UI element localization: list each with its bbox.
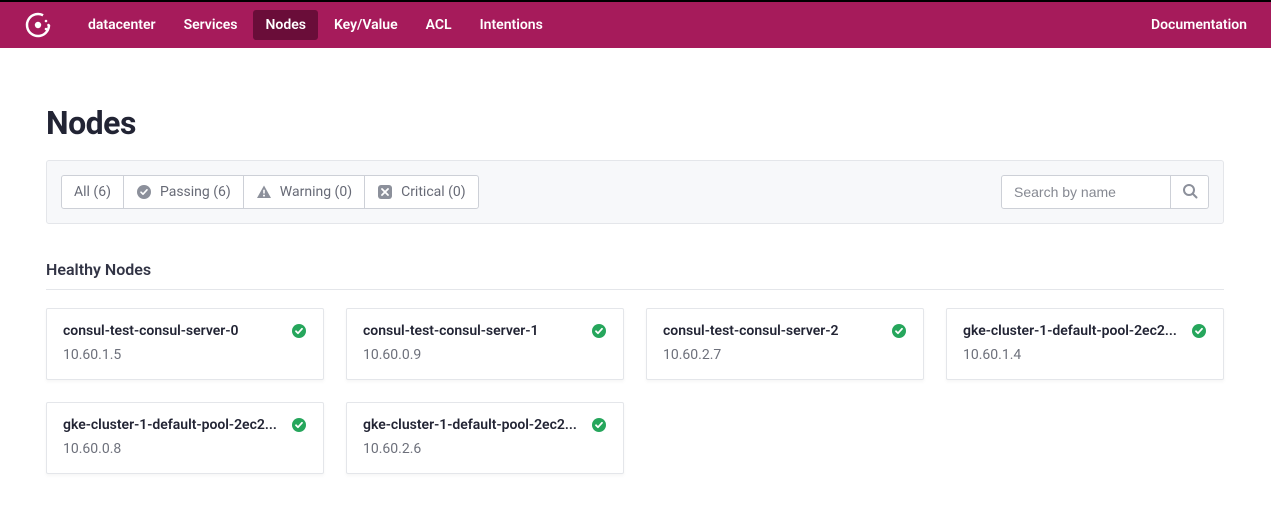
status-passing-icon [291, 417, 307, 433]
search-button[interactable] [1171, 175, 1209, 209]
node-name: consul-test-consul-server-0 [63, 323, 281, 339]
consul-logo[interactable] [24, 11, 52, 39]
status-passing-icon [591, 417, 607, 433]
status-passing-icon [1191, 323, 1207, 339]
filter-tabs: All (6) Passing (6) Warning (0) Critical… [61, 175, 479, 209]
node-card-grid: consul-test-consul-server-010.60.1.5cons… [46, 308, 1224, 474]
nav-services[interactable]: Services [172, 10, 250, 40]
node-ip: 10.60.1.5 [63, 347, 307, 363]
node-name: gke-cluster-1-default-pool-2ec2... [63, 417, 281, 433]
nav-items: datacenter Services Nodes Key/Value ACL … [76, 10, 1151, 40]
search-wrap [1001, 175, 1209, 209]
filter-warning-label: Warning (0) [280, 184, 352, 200]
page-title: Nodes [46, 104, 1224, 142]
filter-critical[interactable]: Critical (0) [364, 175, 479, 209]
node-card[interactable]: gke-cluster-1-default-pool-2ec2... 10.60.… [346, 402, 624, 474]
nav-datacenter[interactable]: datacenter [76, 10, 168, 40]
filter-all[interactable]: All (6) [61, 175, 124, 209]
node-card[interactable]: consul-test-consul-server-1 10.60.0.9 [346, 308, 624, 380]
x-square-icon [377, 184, 393, 200]
node-card[interactable]: consul-test-consul-server-0 10.60.1.5 [46, 308, 324, 380]
node-ip: 10.60.0.8 [63, 441, 307, 457]
node-name: gke-cluster-1-default-pool-2ec2... [963, 323, 1181, 339]
top-navbar: datacenter Services Nodes Key/Value ACL … [0, 0, 1271, 48]
nav-nodes[interactable]: Nodes [253, 10, 317, 40]
node-name: consul-test-consul-server-2 [663, 323, 881, 339]
filter-passing-label: Passing (6) [160, 184, 231, 200]
node-card[interactable]: gke-cluster-1-default-pool-2ec2... 10.60.… [946, 308, 1224, 380]
node-ip: 10.60.2.7 [663, 347, 907, 363]
node-ip: 10.60.0.9 [363, 347, 607, 363]
filter-critical-label: Critical (0) [401, 184, 466, 200]
node-name: gke-cluster-1-default-pool-2ec2... [363, 417, 581, 433]
nav-documentation[interactable]: Documentation [1151, 17, 1247, 33]
warning-triangle-icon [256, 184, 272, 200]
filter-warning[interactable]: Warning (0) [243, 175, 365, 209]
page-main: Nodes All (6) Passing (6) Warning (0) [0, 48, 1270, 510]
search-input[interactable] [1001, 175, 1171, 209]
node-ip: 10.60.2.6 [363, 441, 607, 457]
node-card[interactable]: gke-cluster-1-default-pool-2ec2... 10.60.… [46, 402, 324, 474]
status-passing-icon [591, 323, 607, 339]
nav-keyvalue[interactable]: Key/Value [322, 10, 410, 40]
filter-passing[interactable]: Passing (6) [123, 175, 244, 209]
search-icon [1182, 183, 1198, 202]
status-passing-icon [891, 323, 907, 339]
node-card[interactable]: consul-test-consul-server-2 10.60.2.7 [646, 308, 924, 380]
node-ip: 10.60.1.4 [963, 347, 1207, 363]
section-title-healthy: Healthy Nodes [46, 260, 1224, 290]
check-circle-icon [136, 184, 152, 200]
nav-acl[interactable]: ACL [414, 10, 464, 40]
filter-all-label: All (6) [74, 184, 111, 200]
filter-bar: All (6) Passing (6) Warning (0) Critical… [46, 160, 1224, 224]
status-passing-icon [291, 323, 307, 339]
node-name: consul-test-consul-server-1 [363, 323, 581, 339]
nav-intentions[interactable]: Intentions [468, 10, 555, 40]
